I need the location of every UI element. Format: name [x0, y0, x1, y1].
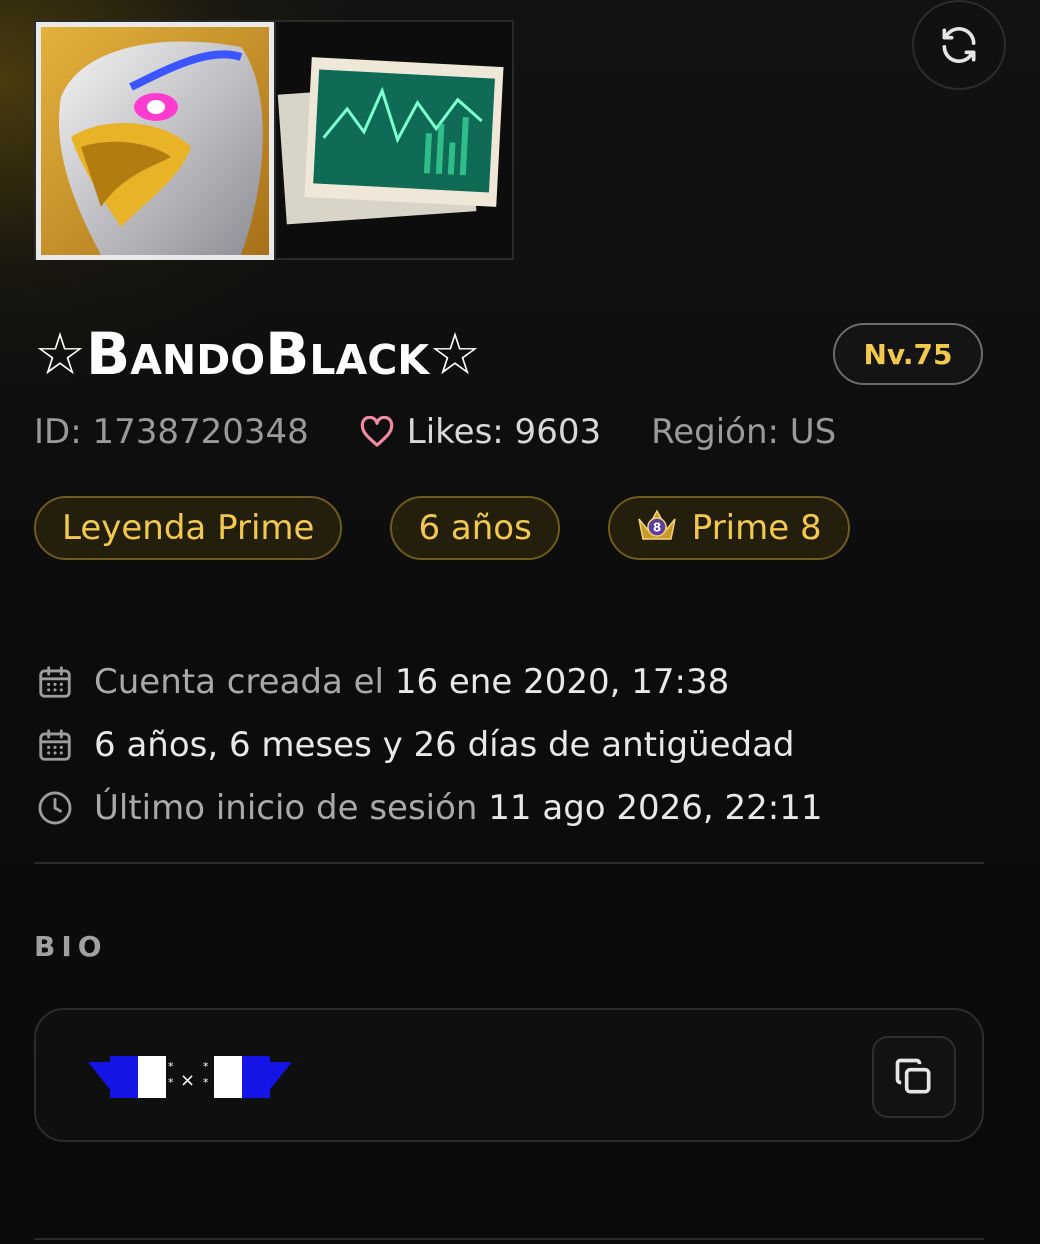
divider [34, 1238, 984, 1240]
eagle-avatar-image [41, 27, 269, 255]
svg-text:*: * [203, 1060, 209, 1073]
created-date-row: Cuenta creada el 16 ene 2020, 17:38 [34, 650, 823, 713]
created-label: Cuenta creada el [94, 661, 384, 702]
bio-box: * * * * × [34, 1008, 984, 1142]
crown-icon: 8 [636, 505, 678, 552]
years-badge: 6 años [390, 496, 560, 560]
svg-text:*: * [203, 1076, 209, 1089]
svg-text:×: × [180, 1070, 195, 1091]
badge-row: Leyenda Prime 6 años 8 Prime 8 [34, 496, 850, 560]
likes: Likes: 9603 [359, 412, 601, 452]
crown-number: 8 [653, 520, 661, 534]
last-login-row: Último inicio de sesión 11 ago 2026, 22:… [34, 776, 823, 839]
account-info-list: Cuenta creada el 16 ene 2020, 17:38 6 añ… [34, 650, 823, 839]
divider [34, 862, 984, 864]
avatar [36, 22, 274, 260]
last-login-value: 11 ago 2026, 22:11 [488, 787, 823, 828]
meta-row: ID: 1738720348 Likes: 9603 Región: US [34, 412, 836, 452]
profile-art [34, 20, 514, 260]
svg-text:*: * [168, 1060, 174, 1073]
name-row: ☆BandoBlack☆ Nv.75 [34, 318, 984, 398]
likes-count: Likes: 9603 [406, 412, 602, 452]
prime-badge-label: Prime 8 [691, 508, 822, 548]
refresh-button[interactable] [912, 0, 1006, 90]
level-badge: Nv.75 [833, 323, 983, 385]
player-profile: ☆BandoBlack☆ Nv.75 ID: 1738720348 Likes:… [0, 0, 1040, 1244]
copy-bio-button[interactable] [872, 1036, 956, 1118]
bio-heading: BIO [34, 930, 108, 963]
clock-icon [34, 787, 76, 829]
player-id: ID: 1738720348 [34, 412, 309, 452]
bio-flag-emblem: * * * * × [88, 1056, 292, 1098]
calendar-icon [34, 661, 76, 703]
region: Región: US [651, 412, 837, 452]
svg-text:*: * [168, 1076, 174, 1089]
copy-icon [895, 1058, 931, 1094]
calendar-icon [34, 724, 76, 766]
heart-icon [360, 416, 394, 447]
rank-badge: Leyenda Prime [34, 496, 343, 560]
created-value: 16 ene 2020, 17:38 [394, 661, 730, 702]
player-name: ☆BandoBlack☆ [34, 320, 482, 388]
last-login-label: Último inicio de sesión [94, 787, 478, 828]
account-age-row: 6 años, 6 meses y 26 días de antigüedad [34, 713, 823, 776]
rank-badge-label: Leyenda Prime [62, 508, 315, 548]
refresh-icon [942, 27, 976, 63]
account-age: 6 años, 6 meses y 26 días de antigüedad [94, 724, 795, 765]
prime-badge: 8 Prime 8 [607, 496, 850, 560]
chart-banner-image [276, 22, 512, 258]
years-badge-label: 6 años [418, 508, 532, 548]
banner [274, 22, 512, 258]
